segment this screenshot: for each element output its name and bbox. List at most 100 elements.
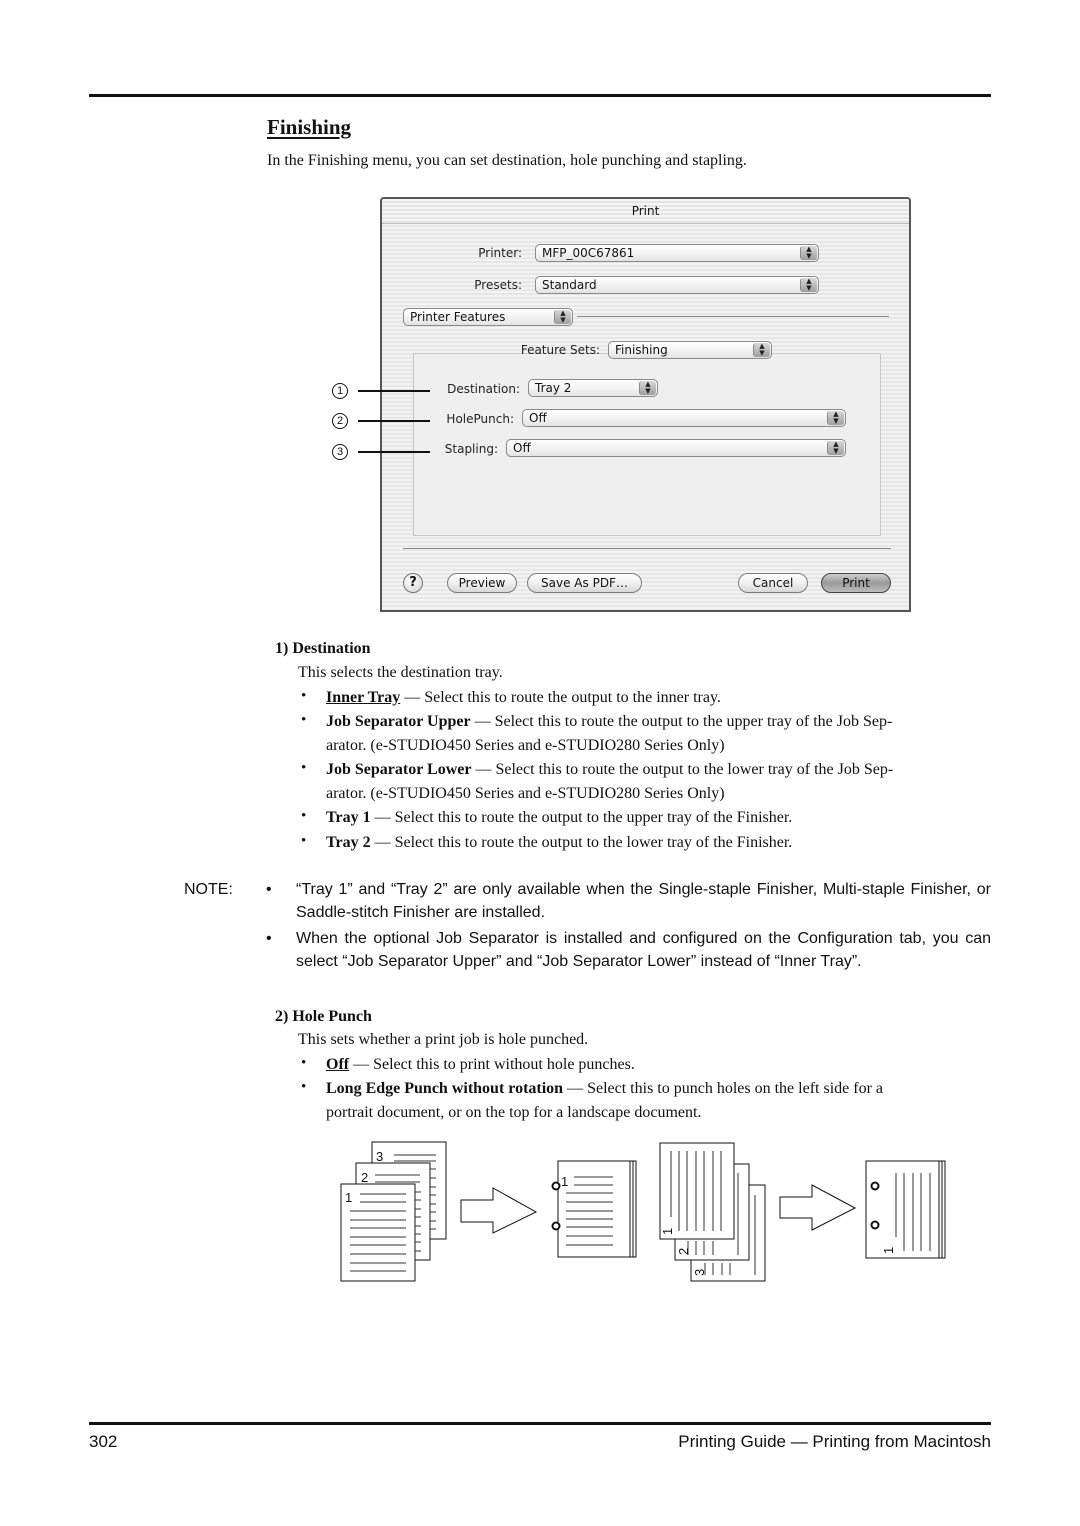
page-number-label: 1 xyxy=(881,1247,896,1254)
feature-sets-value: Finishing xyxy=(615,343,668,357)
popup-arrows-icon: ▲ ▼ xyxy=(827,441,844,455)
destination-option: Job Separator Upper — Select this to rou… xyxy=(326,710,992,758)
option-term: Off xyxy=(326,1056,350,1073)
destination-label: Destination: xyxy=(447,382,520,396)
save-as-pdf-button[interactable]: Save As PDF… xyxy=(527,573,642,593)
feature-sets-select[interactable]: Finishing ▲ ▼ xyxy=(608,341,772,359)
page-number-label: 1 xyxy=(561,1174,568,1189)
option-term: Job Separator Lower xyxy=(326,761,472,778)
printer-select[interactable]: MFP_00C67861 ▲ ▼ xyxy=(535,244,819,262)
page-number-label: 2 xyxy=(676,1248,691,1255)
callout-1: 1 xyxy=(332,383,348,399)
printer-value: MFP_00C67861 xyxy=(542,246,635,260)
pane-value: Printer Features xyxy=(410,310,506,324)
option-text: — Select this to route the output to the… xyxy=(370,809,793,826)
bullet-icon: • xyxy=(301,1079,307,1095)
option-text: — Select this to route the output to the… xyxy=(471,761,894,778)
page-number-label: 1 xyxy=(345,1190,352,1205)
option-text-cont: arator. (e-STUDIO450 Series and e-STUDIO… xyxy=(326,785,725,802)
holepunch-option: Long Edge Punch without rotation — Selec… xyxy=(326,1077,992,1125)
option-term: Job Separator Upper xyxy=(326,713,471,730)
bullet-icon: • xyxy=(266,930,272,947)
bullet-icon: • xyxy=(301,688,307,704)
option-text-cont: arator. (e-STUDIO450 Series and e-STUDIO… xyxy=(326,737,725,754)
pane-divider xyxy=(577,316,889,317)
stapling-value: Off xyxy=(513,441,531,455)
feature-sets-label: Feature Sets: xyxy=(520,343,600,357)
landscape-result-page xyxy=(865,1160,946,1259)
destination-option: Inner Tray — Select this to route the ou… xyxy=(326,686,721,710)
hole-punch-illustration: 3 2 1 1 1 2 3 1 xyxy=(340,1141,946,1282)
page-number-label: 3 xyxy=(376,1149,383,1164)
bullet-icon: • xyxy=(301,1055,307,1071)
printer-label: Printer: xyxy=(478,246,522,260)
bullet-icon: • xyxy=(301,760,307,776)
destination-heading: 1) Destination xyxy=(275,640,371,657)
option-text: — Select this to route the output to the… xyxy=(370,834,793,851)
option-text-cont: portrait document, or on the top for a l… xyxy=(326,1104,702,1121)
portrait-page-1 xyxy=(340,1183,421,1282)
destination-select[interactable]: Tray 2 ▲ ▼ xyxy=(528,379,658,397)
callout-1-line xyxy=(358,390,430,392)
holepunch-option: Off — Select this to print without hole … xyxy=(326,1053,635,1077)
stapling-select[interactable]: Off ▲ ▼ xyxy=(506,439,846,457)
presets-select[interactable]: Standard ▲ ▼ xyxy=(535,276,819,294)
popup-arrows-icon: ▲ ▼ xyxy=(827,411,844,425)
button-divider xyxy=(403,548,891,549)
footer-title: Printing Guide — Printing from Macintosh xyxy=(678,1432,991,1451)
option-text: — Select this to punch holes on the left… xyxy=(563,1080,884,1097)
presets-label: Presets: xyxy=(474,278,522,292)
cancel-button[interactable]: Cancel xyxy=(738,573,808,593)
holepunch-select[interactable]: Off ▲ ▼ xyxy=(522,409,846,427)
option-text: — Select this to print without hole punc… xyxy=(349,1056,635,1073)
page-number-label: 1 xyxy=(660,1228,675,1235)
popup-arrows-icon: ▲ ▼ xyxy=(753,343,770,357)
option-term: Tray 2 xyxy=(326,834,371,851)
destination-value: Tray 2 xyxy=(535,381,572,395)
landscape-page-1 xyxy=(659,1142,735,1240)
popup-arrows-icon: ▲ ▼ xyxy=(800,278,817,292)
callout-2: 2 xyxy=(332,413,348,429)
bullet-icon: • xyxy=(266,881,272,898)
option-text: — Select this to route the output to the… xyxy=(470,713,893,730)
header-rule xyxy=(89,94,991,97)
page-number-label: 2 xyxy=(361,1170,368,1185)
note-item: When the optional Job Separator is insta… xyxy=(296,930,991,970)
bullet-icon: • xyxy=(301,833,307,849)
page-number: 302 xyxy=(89,1432,118,1451)
presets-value: Standard xyxy=(542,278,597,292)
footer-rule xyxy=(89,1422,991,1425)
popup-arrows-icon: ▲ ▼ xyxy=(639,381,656,395)
option-term: Inner Tray xyxy=(326,689,401,706)
arrow-right-icon xyxy=(460,1187,538,1234)
option-term: Long Edge Punch without rotation xyxy=(326,1080,564,1097)
stapling-label: Stapling: xyxy=(444,442,498,456)
option-term: Tray 1 xyxy=(326,809,371,826)
help-button[interactable]: ? xyxy=(403,573,423,593)
preview-button[interactable]: Preview xyxy=(447,573,517,593)
destination-option: Tray 2 — Select this to route the output… xyxy=(326,831,792,855)
destination-option: Tray 1 — Select this to route the output… xyxy=(326,806,792,830)
popup-arrows-icon: ▲ ▼ xyxy=(554,310,571,324)
print-dialog: Print Printer: MFP_00C67861 ▲ ▼ Presets: … xyxy=(380,197,911,612)
page-number-label: 3 xyxy=(692,1269,707,1276)
destination-description: This selects the destination tray. xyxy=(298,664,503,681)
note-item: “Tray 1” and “Tray 2” are only available… xyxy=(296,881,991,921)
section-intro: In the Finishing menu, you can set desti… xyxy=(267,152,747,169)
holepunch-description: This sets whether a print job is hole pu… xyxy=(298,1031,589,1048)
holepunch-value: Off xyxy=(529,411,547,425)
arrow-right-icon xyxy=(779,1184,857,1231)
destination-option: Job Separator Lower — Select this to rou… xyxy=(326,758,992,806)
section-title: Finishing xyxy=(267,115,352,139)
bullet-icon: • xyxy=(301,712,307,728)
popup-arrows-icon: ▲ ▼ xyxy=(800,246,817,260)
callout-3-line xyxy=(358,451,430,453)
pane-select[interactable]: Printer Features ▲ ▼ xyxy=(403,308,573,326)
callout-2-line xyxy=(358,420,430,422)
bullet-icon: • xyxy=(301,808,307,824)
holepunch-heading: 2) Hole Punch xyxy=(275,1008,372,1025)
dialog-title: Print xyxy=(382,199,909,224)
note-label: NOTE: xyxy=(184,881,233,898)
option-text: — Select this to route the output to the… xyxy=(400,689,721,706)
print-button[interactable]: Print xyxy=(821,573,891,593)
